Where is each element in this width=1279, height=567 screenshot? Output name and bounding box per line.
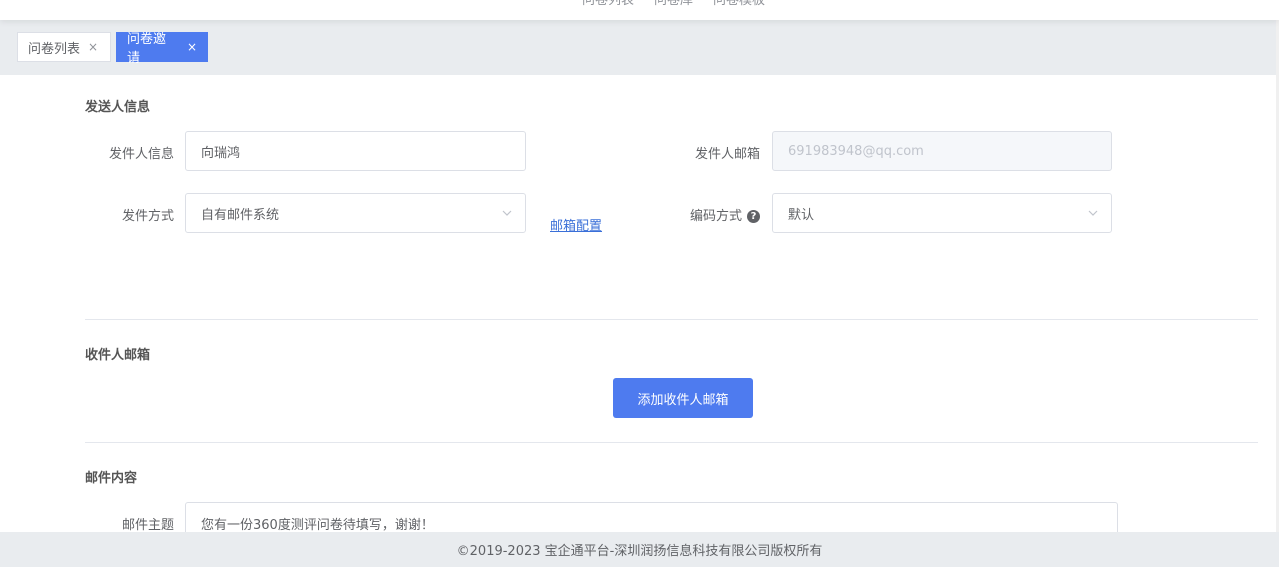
send-method-select[interactable]: 自有邮件系统	[185, 193, 526, 233]
add-recipient-email-button[interactable]: 添加收件人邮箱	[613, 378, 753, 418]
footer: ©2019-2023 宝企通平台-深圳润扬信息科技有限公司版权所有	[0, 532, 1279, 567]
top-nav-item-survey-list[interactable]: 问卷列表	[582, 0, 634, 8]
tab-survey-list[interactable]: 问卷列表 ×	[17, 32, 111, 62]
encoding-value: 默认	[788, 207, 815, 223]
sender-section-title: 发送人信息	[85, 100, 151, 115]
question-circle-icon[interactable]: ?	[747, 210, 760, 223]
subject-value: 您有一份360度测评问卷待填写，谢谢！	[201, 518, 434, 533]
close-icon[interactable]: ×	[187, 40, 197, 54]
sender-email-label: 发件人邮箱	[694, 147, 760, 162]
email-config-link[interactable]: 邮箱配置	[550, 215, 602, 234]
send-method-value: 自有邮件系统	[201, 207, 280, 223]
copyright-text: ©2019-2023 宝企通平台-深圳润扬信息科技有限公司版权所有	[456, 544, 823, 559]
top-nav: 问卷列表 问卷库 问卷模板	[582, 0, 765, 8]
recipient-section-title: 收件人邮箱	[85, 348, 151, 363]
tab-label: 问卷邀请	[127, 32, 167, 66]
chevron-down-icon	[1088, 210, 1098, 216]
chevron-down-icon	[502, 210, 512, 216]
top-nav-item-survey-library[interactable]: 问卷库	[654, 0, 693, 8]
section-divider	[85, 319, 1258, 320]
close-icon[interactable]: ×	[88, 40, 98, 54]
sender-info-label: 发件人信息	[108, 147, 174, 162]
encoding-label-row: 编码方式?	[660, 205, 760, 224]
sender-info-value: 向瑞鸿	[201, 145, 241, 161]
section-divider	[85, 442, 1258, 443]
sender-info-input[interactable]: 向瑞鸿	[185, 131, 526, 171]
sender-email-input: 691983948@qq.com	[772, 131, 1112, 171]
content-section-title: 邮件内容	[85, 471, 138, 486]
top-nav-item-survey-template[interactable]: 问卷模板	[713, 0, 765, 8]
tab-bar: 问卷列表 × 问卷邀请 ×	[0, 20, 1279, 75]
subject-input[interactable]: 您有一份360度测评问卷待填写，谢谢！	[185, 502, 1118, 536]
encoding-label: 编码方式	[689, 209, 742, 224]
tab-label: 问卷列表	[28, 41, 81, 57]
subject-label: 邮件主题	[121, 518, 174, 533]
tab-survey-invite[interactable]: 问卷邀请 ×	[116, 32, 208, 66]
top-header: 问卷列表 问卷库 问卷模板	[0, 0, 1279, 20]
send-method-label: 发件方式	[121, 209, 174, 224]
sender-email-placeholder: 691983948@qq.com	[788, 143, 924, 159]
encoding-select[interactable]: 默认	[772, 193, 1112, 233]
